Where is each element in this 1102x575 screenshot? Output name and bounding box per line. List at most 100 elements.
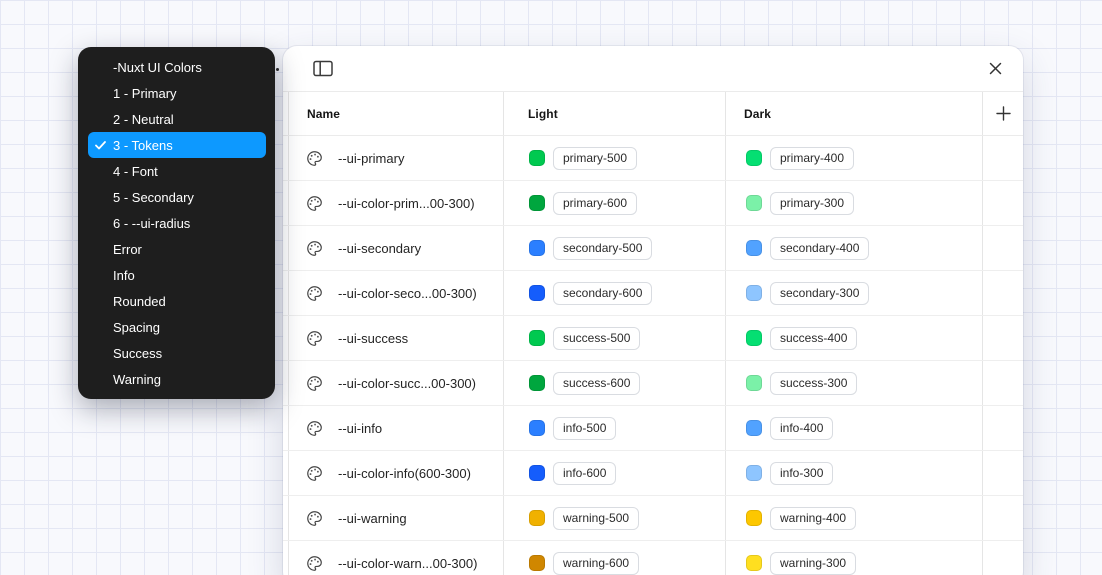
variable-row[interactable]: --ui-color-info(600-300) info-600 info-3… — [283, 451, 1023, 496]
light-mode-cell: success-600 — [504, 361, 726, 405]
variable-row[interactable]: --ui-success success-500 success-400 — [283, 316, 1023, 361]
token-alias-badge[interactable]: info-500 — [553, 417, 616, 440]
color-swatch[interactable] — [746, 555, 762, 571]
color-variable-icon — [306, 510, 323, 527]
token-alias-badge[interactable]: warning-500 — [553, 507, 639, 530]
token-alias-badge[interactable]: success-400 — [770, 327, 857, 350]
variable-name: --ui-success — [338, 331, 408, 346]
table-header-row: Name Light Dark — [283, 92, 1023, 136]
dark-mode-cell: warning-400 — [726, 496, 983, 540]
color-swatch[interactable] — [529, 330, 545, 346]
menu-item[interactable]: 3 - Tokens — [88, 132, 266, 158]
color-variable-icon — [306, 420, 323, 437]
light-mode-cell: secondary-500 — [504, 226, 726, 270]
token-alias-badge[interactable]: success-500 — [553, 327, 640, 350]
menu-item[interactable]: Error — [88, 236, 266, 262]
color-swatch[interactable] — [746, 510, 762, 526]
row-actions-cell — [983, 496, 1023, 540]
variable-row[interactable]: --ui-color-seco...00-300) secondary-600 … — [283, 271, 1023, 316]
token-alias-badge[interactable]: warning-600 — [553, 552, 639, 575]
color-swatch[interactable] — [746, 330, 762, 346]
variable-row[interactable]: --ui-secondary secondary-500 secondary-4… — [283, 226, 1023, 271]
token-alias-label: primary-400 — [780, 151, 844, 166]
color-swatch[interactable] — [746, 195, 762, 211]
sidebar-toggle-icon — [313, 60, 333, 77]
menu-item[interactable]: Warning — [88, 366, 266, 392]
token-alias-label: secondary-500 — [563, 241, 642, 256]
variable-row[interactable]: --ui-color-succ...00-300) success-600 su… — [283, 361, 1023, 406]
color-swatch[interactable] — [529, 150, 545, 166]
row-actions-cell — [983, 406, 1023, 450]
token-alias-badge[interactable]: primary-400 — [770, 147, 854, 170]
row-actions-cell — [983, 136, 1023, 180]
menu-item-label: 1 - Primary — [113, 86, 177, 101]
color-swatch[interactable] — [529, 195, 545, 211]
menu-item[interactable]: Spacing — [88, 314, 266, 340]
variable-row[interactable]: --ui-color-prim...00-300) primary-600 pr… — [283, 181, 1023, 226]
color-swatch[interactable] — [529, 510, 545, 526]
color-swatch[interactable] — [746, 420, 762, 436]
color-swatch[interactable] — [746, 150, 762, 166]
color-swatch[interactable] — [746, 240, 762, 256]
variable-name-cell: --ui-color-warn...00-300) — [289, 541, 504, 575]
token-alias-badge[interactable]: secondary-600 — [553, 282, 652, 305]
light-mode-cell: warning-600 — [504, 541, 726, 575]
menu-item[interactable]: 1 - Primary — [88, 80, 266, 106]
token-alias-badge[interactable]: warning-300 — [770, 552, 856, 575]
token-alias-badge[interactable]: primary-300 — [770, 192, 854, 215]
color-swatch[interactable] — [529, 240, 545, 256]
variable-row[interactable]: --ui-warning warning-500 warning-400 — [283, 496, 1023, 541]
color-swatch[interactable] — [529, 420, 545, 436]
token-alias-badge[interactable]: secondary-400 — [770, 237, 869, 260]
variable-name-cell: --ui-info — [289, 406, 504, 450]
token-alias-label: primary-300 — [780, 196, 844, 211]
token-alias-badge[interactable]: success-300 — [770, 372, 857, 395]
menu-item[interactable]: Info — [88, 262, 266, 288]
token-alias-badge[interactable]: warning-400 — [770, 507, 856, 530]
menu-item-label: Rounded — [113, 294, 166, 309]
color-swatch[interactable] — [529, 555, 545, 571]
menu-item[interactable]: 2 - Neutral — [88, 106, 266, 132]
variable-row[interactable]: --ui-color-warn...00-300) warning-600 wa… — [283, 541, 1023, 575]
color-variable-icon — [306, 195, 323, 212]
menu-item[interactable]: Success — [88, 340, 266, 366]
token-alias-label: warning-400 — [780, 511, 846, 526]
color-swatch[interactable] — [529, 285, 545, 301]
variable-name-cell: --ui-success — [289, 316, 504, 360]
token-alias-label: primary-600 — [563, 196, 627, 211]
close-button[interactable] — [979, 53, 1011, 85]
menu-item[interactable]: Rounded — [88, 288, 266, 314]
variable-row[interactable]: --ui-primary primary-500 primary-400 — [283, 136, 1023, 181]
color-swatch[interactable] — [529, 465, 545, 481]
variable-name: --ui-secondary — [338, 241, 421, 256]
color-swatch[interactable] — [529, 375, 545, 391]
column-header-light-label: Light — [528, 107, 558, 121]
token-alias-badge[interactable]: info-600 — [553, 462, 616, 485]
token-alias-badge[interactable]: secondary-500 — [553, 237, 652, 260]
token-alias-badge[interactable]: primary-500 — [553, 147, 637, 170]
menu-item[interactable]: 5 - Secondary — [88, 184, 266, 210]
sidebar-toggle-button[interactable] — [307, 53, 339, 85]
variable-row[interactable]: --ui-info info-500 info-400 — [283, 406, 1023, 451]
variable-name: --ui-color-prim...00-300) — [338, 196, 475, 211]
token-alias-badge[interactable]: success-600 — [553, 372, 640, 395]
color-variable-icon — [306, 150, 323, 167]
token-alias-badge[interactable]: info-400 — [770, 417, 833, 440]
add-mode-button[interactable] — [989, 100, 1017, 128]
color-swatch[interactable] — [746, 375, 762, 391]
token-alias-badge[interactable]: info-300 — [770, 462, 833, 485]
color-swatch[interactable] — [746, 465, 762, 481]
color-swatch[interactable] — [746, 285, 762, 301]
variable-name: --ui-color-succ...00-300) — [338, 376, 476, 391]
color-variable-icon — [306, 240, 323, 257]
menu-item[interactable]: 4 - Font — [88, 158, 266, 184]
color-variable-icon — [306, 465, 323, 482]
token-alias-badge[interactable]: secondary-300 — [770, 282, 869, 305]
variable-name: --ui-color-seco...00-300) — [338, 286, 477, 301]
token-alias-badge[interactable]: primary-600 — [553, 192, 637, 215]
menu-item[interactable]: 6 - --ui-radius — [88, 210, 266, 236]
column-header-name-label: Name — [307, 107, 340, 121]
menu-item-label: Error — [113, 242, 142, 257]
menu-item[interactable]: -Nuxt UI Colors — [88, 54, 266, 80]
dark-mode-cell: primary-400 — [726, 136, 983, 180]
